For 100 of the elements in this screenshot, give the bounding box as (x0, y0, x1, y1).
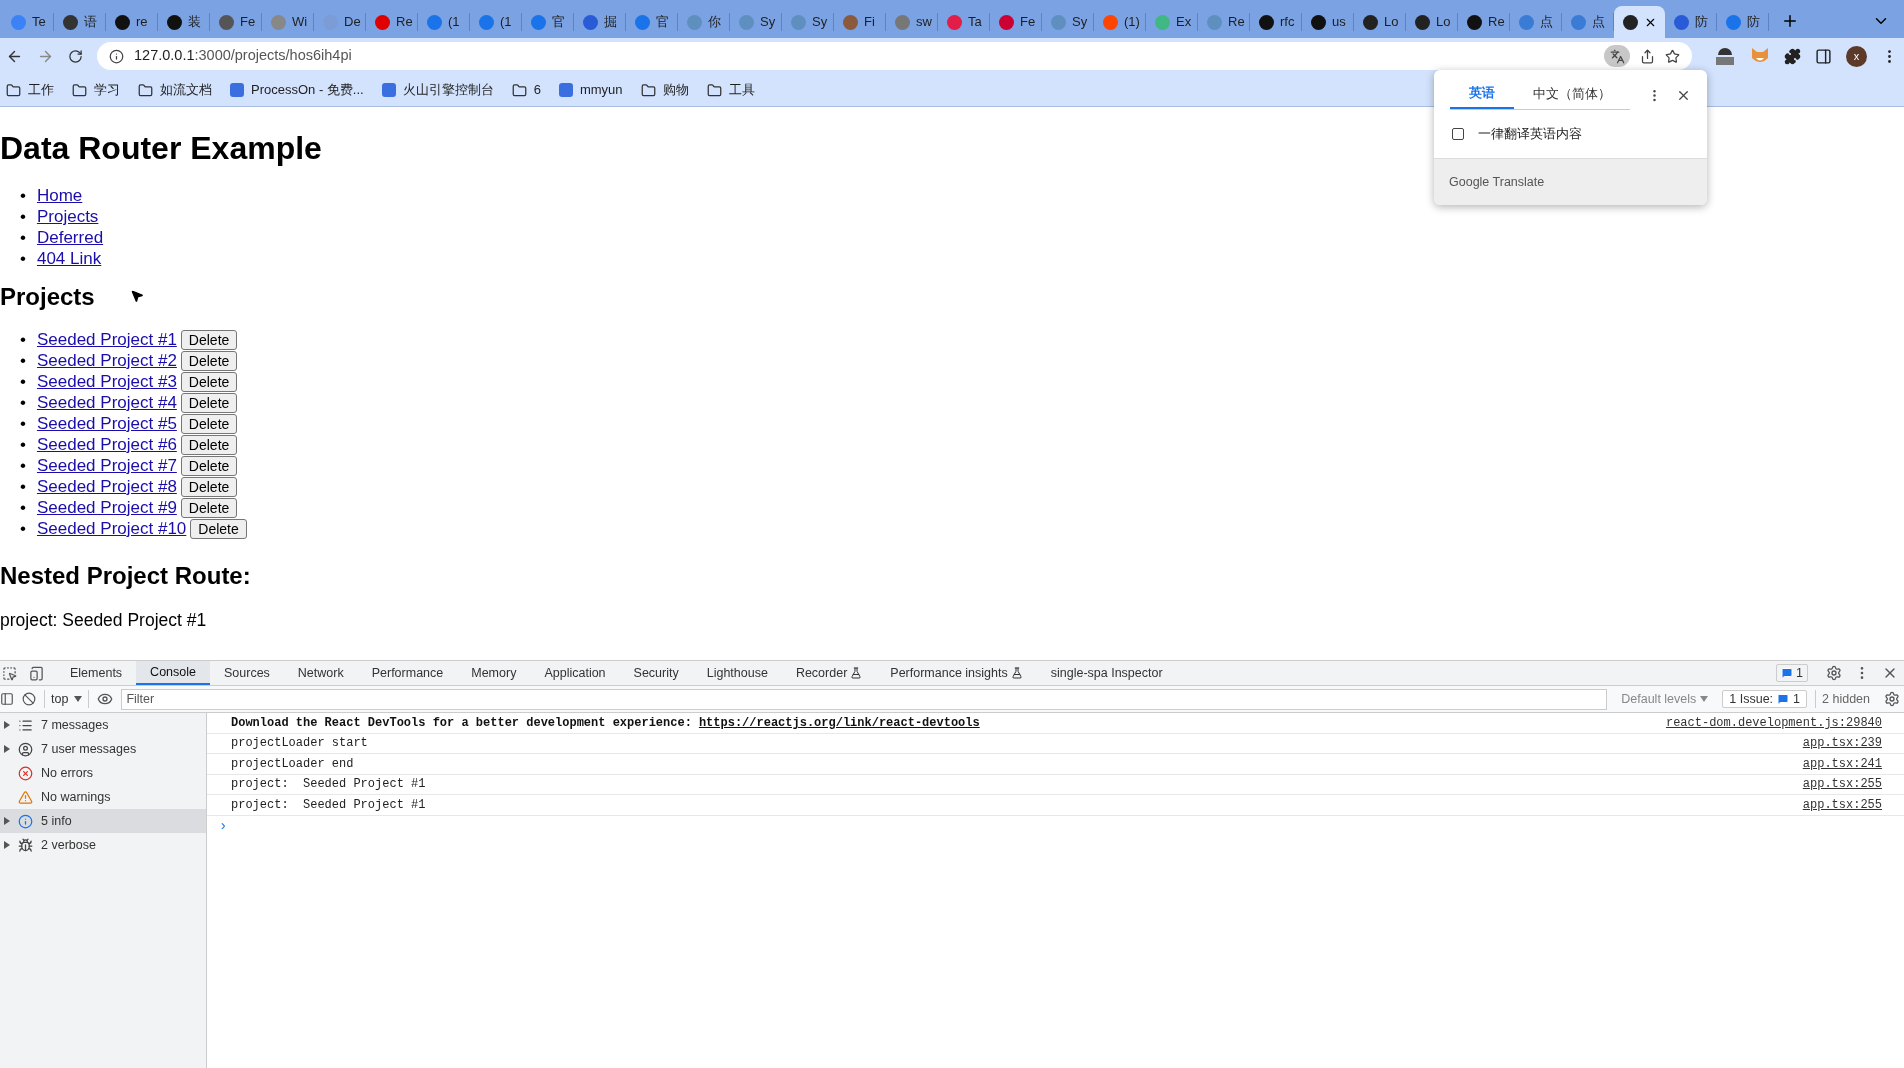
expand-arrow-icon[interactable] (4, 745, 10, 753)
delete-button[interactable]: Delete (190, 518, 247, 539)
eye-icon[interactable] (97, 691, 114, 707)
browser-tab[interactable]: Sy (730, 6, 781, 38)
sidebar-item[interactable]: 7 user messages (0, 737, 206, 761)
delete-button[interactable]: Delete (180, 476, 238, 497)
sidebar-item[interactable]: No warnings (0, 785, 206, 809)
browser-tab[interactable]: Lo (1354, 6, 1405, 38)
browser-tab[interactable]: Re (1458, 6, 1509, 38)
bookmark[interactable]: 如流文档 (138, 80, 212, 100)
devtools-tab[interactable]: single-spa Inspector (1036, 661, 1177, 685)
devtools-tab[interactable]: Lighthouse (692, 661, 782, 685)
sidebar-item[interactable]: No errors (0, 761, 206, 785)
browser-tab[interactable]: Te (2, 6, 53, 38)
sidebar-item[interactable]: 5 info (0, 809, 206, 833)
context-dropdown[interactable]: top (44, 689, 90, 709)
source-link[interactable]: react-dom.development.js:29840 (1665, 713, 1882, 732)
translate-icon[interactable] (1604, 45, 1630, 67)
source-link[interactable]: app.tsx:241 (1802, 754, 1882, 773)
browser-tab[interactable]: Sy (782, 6, 833, 38)
source-link[interactable]: app.tsx:255 (1802, 795, 1882, 814)
checkbox[interactable] (1452, 128, 1464, 140)
new-tab-icon[interactable] (1781, 12, 1799, 30)
clear-icon[interactable] (22, 692, 36, 706)
project-link[interactable]: Seeded Project #8 (36, 476, 177, 497)
extensions-icon[interactable] (1784, 47, 1801, 65)
browser-tab[interactable]: Lo (1406, 6, 1457, 38)
devtools-tab[interactable]: Memory (457, 661, 531, 685)
sidebar-item[interactable]: 2 verbose (0, 833, 206, 857)
browser-tab[interactable]: sw (886, 6, 937, 38)
devtools-tab[interactable]: Network (283, 661, 358, 685)
source-link[interactable]: app.tsx:239 (1802, 734, 1882, 753)
browser-tab[interactable]: (1 (418, 6, 469, 38)
console-prompt[interactable]: › (207, 815, 1904, 837)
browser-tab[interactable]: Ta (938, 6, 989, 38)
browser-tab[interactable]: (1 (470, 6, 521, 38)
issues-button[interactable]: 1 Issue: 1 (1722, 690, 1808, 708)
star-icon[interactable] (1665, 48, 1680, 64)
delete-button[interactable]: Delete (180, 392, 238, 413)
address-field[interactable]: 127.0.0.1:3000/projects/hos6ih4pi (97, 42, 1692, 70)
settings-icon[interactable] (1884, 691, 1900, 707)
side-panel-icon[interactable] (1815, 47, 1832, 65)
devtools-tab[interactable]: Performance (357, 661, 458, 685)
browser-tab[interactable]: us (1302, 6, 1353, 38)
language-tab[interactable]: 中文（简体） (1514, 80, 1630, 109)
project-link[interactable]: Seeded Project #2 (36, 350, 177, 371)
filter-field[interactable]: Filter (121, 688, 1608, 710)
source-link[interactable]: app.tsx:255 (1802, 775, 1882, 794)
delete-button[interactable]: Delete (180, 455, 238, 476)
browser-tab[interactable]: 点 (1510, 6, 1561, 38)
browser-tab[interactable]: Fe (990, 6, 1041, 38)
nav-link[interactable]: Home (36, 185, 83, 206)
browser-tab[interactable]: (1) (1094, 6, 1145, 38)
delete-button[interactable]: Delete (180, 434, 238, 455)
project-link[interactable]: Seeded Project #1 (36, 329, 177, 350)
browser-tab[interactable]: Wi (262, 6, 313, 38)
project-link[interactable]: Seeded Project #4 (36, 392, 177, 413)
browser-tab[interactable]: Fe (210, 6, 261, 38)
devtools-tab[interactable]: Application (530, 661, 620, 685)
browser-tab[interactable]: Ex (1146, 6, 1197, 38)
browser-tab[interactable]: Re (1198, 6, 1249, 38)
browser-tab[interactable]: 点 (1562, 6, 1613, 38)
levels-dropdown[interactable]: Default levels (1615, 689, 1715, 709)
project-link[interactable]: Seeded Project #9 (36, 497, 177, 518)
delete-button[interactable]: Delete (180, 413, 238, 434)
expand-arrow-icon[interactable] (4, 817, 10, 825)
devtools-tab[interactable]: Elements (56, 661, 137, 685)
delete-button[interactable]: Delete (180, 350, 238, 371)
bookmark[interactable]: ProcessOn - 免费... (230, 80, 364, 100)
language-tab[interactable]: 英语 (1450, 80, 1514, 109)
expand-arrow-icon[interactable] (4, 841, 10, 849)
project-link[interactable]: Seeded Project #7 (36, 455, 177, 476)
project-link[interactable]: Seeded Project #3 (36, 371, 177, 392)
browser-tab[interactable]: Sy (1042, 6, 1093, 38)
console-link[interactable]: https://reactjs.org/link/react-devtools (698, 713, 980, 732)
issues-badge[interactable]: 1 (1776, 664, 1808, 682)
nav-link[interactable]: 404 Link (36, 248, 102, 269)
devtools-tab[interactable]: Console (136, 661, 210, 685)
delete-button[interactable]: Delete (180, 329, 238, 350)
browser-tab[interactable]: 防 (1665, 6, 1716, 38)
browser-tab[interactable]: 语 (54, 6, 105, 38)
reload-icon[interactable] (68, 48, 83, 64)
project-link[interactable]: Seeded Project #6 (36, 434, 177, 455)
sidebar-toggle-icon[interactable] (0, 692, 14, 706)
browser-tab[interactable] (1614, 6, 1665, 38)
devtools-tab[interactable]: Recorder (781, 661, 877, 685)
bookmark[interactable]: 工具 (706, 80, 755, 100)
device-icon[interactable] (29, 665, 44, 681)
share-icon[interactable] (1640, 48, 1655, 64)
delete-button[interactable]: Delete (180, 497, 238, 518)
bookmark[interactable]: 学习 (72, 80, 120, 100)
browser-tab[interactable]: 官 (626, 6, 677, 38)
profile-avatar[interactable]: x (1846, 45, 1867, 67)
browser-tab[interactable]: re (106, 6, 157, 38)
bookmark[interactable]: mmyun (558, 80, 623, 100)
delete-button[interactable]: Delete (180, 371, 238, 392)
project-link[interactable]: Seeded Project #10 (36, 518, 187, 539)
project-link[interactable]: Seeded Project #5 (36, 413, 177, 434)
bookmark[interactable]: 火山引擎控制台 (381, 80, 494, 100)
browser-tab[interactable]: Fi (834, 6, 885, 38)
